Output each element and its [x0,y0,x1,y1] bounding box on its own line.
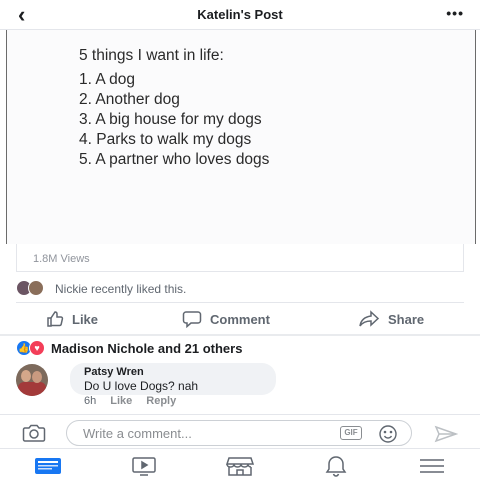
post-heading: 5 things I want in life: [79,47,224,64]
comment-time: 6h [84,395,97,407]
comment-like-link[interactable]: Like [110,395,132,407]
bell-icon [325,456,347,477]
thumbs-up-icon [47,311,64,327]
comment-reply-link[interactable]: Reply [146,395,176,407]
liked-text: Nickie recently liked this. [55,282,187,296]
share-icon [359,310,380,327]
comment-button[interactable]: Comment [182,310,270,328]
camera-icon[interactable] [22,423,46,443]
post-list-item: 5. A partner who loves dogs [79,151,270,168]
post-list-item: 1. A dog [79,71,136,88]
action-bar: Like Comment Share [16,302,464,334]
post-list-item: 4. Parks to walk my dogs [79,131,252,148]
post-list-item: 3. A big house for my dogs [79,111,262,128]
news-feed-icon [35,458,61,474]
avatar[interactable] [16,364,48,396]
bottom-nav [0,448,480,480]
page-title: Katelin's Post [197,7,283,22]
comment-label: Comment [210,311,270,327]
friend-avatars [16,280,48,296]
nav-news-feed[interactable] [34,455,62,477]
more-dots-icon[interactable]: ••• [446,5,464,21]
comment-icon [182,311,202,328]
post-image[interactable]: 5 things I want in life: 1. A dog 2. Ano… [6,30,476,244]
views-box: 1.8M Views [16,244,464,272]
like-label: Like [72,311,99,327]
comment-composer: GIF [0,414,480,448]
avatar [28,280,44,296]
nav-watch[interactable] [130,455,158,477]
liked-row[interactable]: Nickie recently liked this. [0,272,480,302]
emoji-icon[interactable] [378,424,398,444]
comment-text: Do U love Dogs? nah [84,379,199,393]
post-text: 5 things I want in life: 1. A dog 2. Ano… [79,46,269,170]
share-button[interactable]: Share [358,310,424,328]
hamburger-menu-icon [420,459,444,473]
share-label: Share [388,311,425,327]
like-button[interactable]: Like [46,310,98,328]
send-icon[interactable] [434,425,458,443]
reactions-text: Madison Nichole and 21 others [51,340,243,356]
post-page: ‹ Katelin's Post ••• 5 things I want in … [0,0,480,480]
divider [0,334,480,336]
love-reaction-icon: ♥ [29,340,45,356]
marketplace-icon [226,457,254,476]
post-list-item: 2. Another dog [79,91,180,108]
nav-notifications[interactable] [322,455,350,477]
video-icon [132,457,156,476]
reactions-summary[interactable]: 👍 ♥ Madison Nichole and 21 others [16,340,242,356]
view-count: 1.8M Views [33,253,90,265]
nav-menu[interactable] [418,455,446,477]
comment-author[interactable]: Patsy Wren [84,366,262,379]
top-bar: ‹ Katelin's Post ••• [0,0,480,30]
gif-button[interactable]: GIF [340,426,362,440]
nav-marketplace[interactable] [226,455,254,477]
comment-bubble[interactable]: Patsy Wren Do U love Dogs? nah [70,363,276,395]
comment-meta: 6h Like Reply [84,395,176,407]
